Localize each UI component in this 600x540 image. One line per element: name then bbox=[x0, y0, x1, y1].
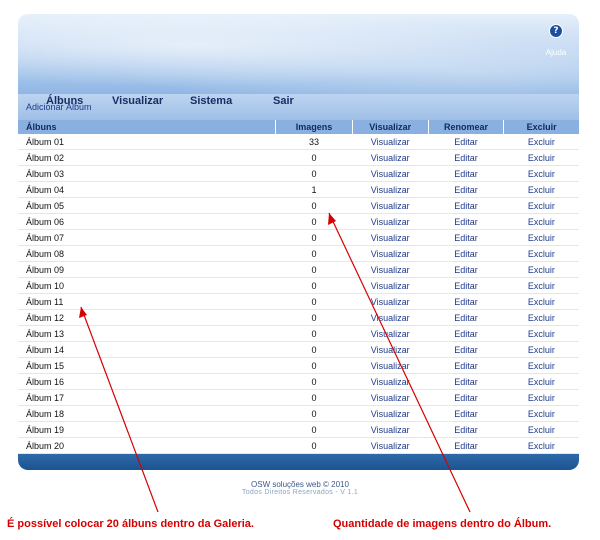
arrowhead-right bbox=[328, 213, 336, 225]
arrow-to-image-count bbox=[328, 212, 471, 513]
annotation-left: É possível colocar 20 álbuns dentro da G… bbox=[7, 518, 254, 530]
arrow-to-album-list bbox=[80, 306, 159, 513]
help-icon[interactable]: ? bbox=[549, 24, 563, 38]
annotation-arrows bbox=[79, 212, 471, 513]
help-label: Ajuda bbox=[545, 48, 567, 57]
help-button[interactable]: ? Ajuda bbox=[541, 24, 571, 59]
annotation-right: Quantidade de imagens dentro do Álbum. bbox=[333, 518, 552, 530]
arrowhead-left bbox=[79, 307, 87, 318]
